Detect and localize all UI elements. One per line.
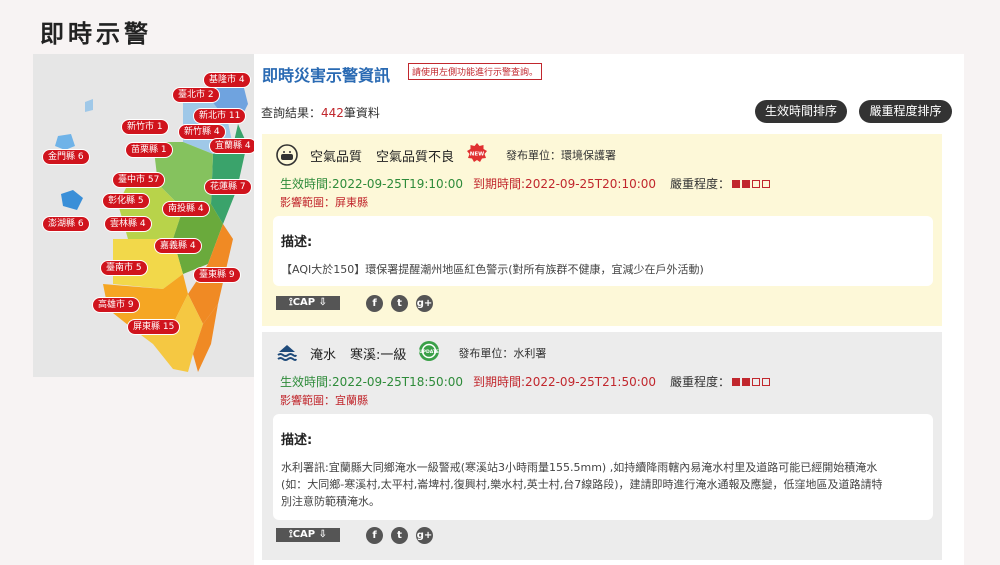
description-line: (如：大同鄉-寒溪村,太平村,崙埤村,復興村,樂水村,英士村,台7線路段)，建請… <box>281 478 883 491</box>
facebook-icon[interactable]: f <box>366 527 383 544</box>
svg-text:UPDATE: UPDATE <box>419 349 439 355</box>
county-yilan[interactable]: 宜蘭縣 4 <box>209 138 257 154</box>
cap-label: CAP <box>292 297 316 308</box>
county-taipei-city[interactable]: 臺北市 2 <box>172 87 220 103</box>
content-title: 即時災害示警資訊 <box>262 66 391 85</box>
county-keelung[interactable]: 基隆市 4 <box>203 72 251 88</box>
cap-download-button[interactable]: ⟟CAP ⇩ <box>276 296 340 310</box>
county-yunlin[interactable]: 雲林縣 4 <box>104 216 152 232</box>
alert-content: 即時災害示警資訊 請使用左側功能進行示警查詢。 查詢結果：442筆資料 生效時間… <box>254 54 964 565</box>
description-line: 水利署訊:宜蘭縣大同鄉淹水一級警戒(寒溪站3小時雨量155.5mm) ,如持續降… <box>281 461 878 474</box>
alert-header: 空氣品質 空氣品質不良 NEW 發布單位：環境保護署 <box>276 142 617 168</box>
county-penghu[interactable]: 澎湖縣 6 <box>42 216 90 232</box>
county-pingtung[interactable]: 屏東縣 15 <box>127 319 181 335</box>
alert-unit: 發布單位：環境保護署 <box>506 149 617 162</box>
result-suffix: 筆資料 <box>343 106 380 120</box>
alert-level: 寒溪:一級 <box>350 347 407 363</box>
description-title: 描述: <box>281 433 313 448</box>
alert-times: 生效時間:2022-09-25T18:50:00 到期時間:2022-09-25… <box>280 373 771 390</box>
twitter-icon[interactable]: t <box>391 527 408 544</box>
alert-unit: 發布單位：水利署 <box>458 347 547 360</box>
cap-label: CAP <box>292 529 316 540</box>
description-text: 【AQI大於150】環保署提醒潮州地區紅色警示(對所有族群不健康，宜減少在戶外活… <box>281 261 921 278</box>
description-title: 描述: <box>281 235 313 250</box>
county-hualien[interactable]: 花蓮縣 7 <box>204 179 252 195</box>
severity-label: 嚴重程度： <box>670 177 731 191</box>
alert-category: 空氣品質 <box>310 149 363 165</box>
facebook-icon[interactable]: f <box>366 295 383 312</box>
alert-header: 淹水 寒溪:一級 UPDATE 發布單位：水利署 <box>276 340 547 366</box>
google-plus-icon[interactable]: g+ <box>416 527 433 544</box>
alert-description: 描述: 【AQI大於150】環保署提醒潮州地區紅色警示(對所有族群不健康，宜減少… <box>273 216 933 286</box>
county-nantou[interactable]: 南投縣 4 <box>162 201 210 217</box>
flood-icon <box>276 342 298 364</box>
severity-indicator <box>730 375 771 389</box>
county-new-taipei[interactable]: 新北市 11 <box>193 108 247 124</box>
twitter-icon[interactable]: t <box>391 295 408 312</box>
result-label: 查詢結果： <box>261 106 322 120</box>
face-mask-icon <box>276 144 298 166</box>
affected-area: 影響範圍：屏東縣 <box>280 196 368 209</box>
alert-times: 生效時間:2022-09-25T19:10:00 到期時間:2022-09-25… <box>280 175 771 192</box>
google-plus-icon[interactable]: g+ <box>416 295 433 312</box>
county-kaohsiung[interactable]: 高雄市 9 <box>92 297 140 313</box>
new-badge-icon: NEW <box>466 142 488 168</box>
search-hint: 請使用左側功能進行示警查詢。 <box>408 63 543 80</box>
cap-download-button[interactable]: ⟟CAP ⇩ <box>276 528 340 542</box>
taiwan-map[interactable]: 基隆市 4 臺北市 2 新北市 11 新竹市 1 新竹縣 4 宜蘭縣 4 苗栗縣… <box>33 54 257 377</box>
county-changhua[interactable]: 彰化縣 5 <box>102 193 150 209</box>
county-tainan[interactable]: 臺南市 5 <box>100 260 148 276</box>
alert-card[interactable]: 空氣品質 空氣品質不良 NEW 發布單位：環境保護署 生效時間:2022-09-… <box>262 134 942 326</box>
sort-by-severity-button[interactable]: 嚴重程度排序 <box>859 100 952 123</box>
county-hsinchu-city[interactable]: 新竹市 1 <box>121 119 169 135</box>
alert-card[interactable]: 淹水 寒溪:一級 UPDATE 發布單位：水利署 生效時間:2022-09-25… <box>262 332 942 560</box>
county-chiayi[interactable]: 嘉義縣 4 <box>154 238 202 254</box>
description-text: 水利署訊:宜蘭縣大同鄉淹水一級警戒(寒溪站3小時雨量155.5mm) ,如持續降… <box>281 459 921 510</box>
county-miaoli[interactable]: 苗栗縣 1 <box>125 142 173 158</box>
county-kinmen[interactable]: 金門縣 6 <box>42 149 90 165</box>
result-count: 442 <box>321 106 344 120</box>
severity-indicator <box>730 177 771 191</box>
page-title: 即時示警 <box>40 20 152 48</box>
severity-label: 嚴重程度： <box>670 375 731 389</box>
expire-time: 到期時間:2022-09-25T21:50:00 <box>473 375 657 389</box>
affected-area: 影響範圍：宜蘭縣 <box>280 394 368 407</box>
svg-text:NEW: NEW <box>470 152 484 158</box>
expire-time: 到期時間:2022-09-25T20:10:00 <box>473 177 657 191</box>
sort-by-time-button[interactable]: 生效時間排序 <box>755 100 847 123</box>
alert-category: 淹水 <box>310 347 337 363</box>
effective-time: 生效時間:2022-09-25T18:50:00 <box>280 375 464 389</box>
effective-time: 生效時間:2022-09-25T19:10:00 <box>280 177 464 191</box>
update-badge-icon: UPDATE <box>418 340 440 366</box>
result-summary: 查詢結果：442筆資料 <box>261 104 380 121</box>
county-taitung[interactable]: 臺東縣 9 <box>193 267 241 283</box>
county-taichung[interactable]: 臺中市 57 <box>112 172 166 188</box>
alert-level: 空氣品質不良 <box>376 149 455 165</box>
description-line: 【AQI大於150】環保署提醒潮州地區紅色警示(對所有族群不健康，宜減少在戶外活… <box>281 263 704 276</box>
alert-description: 描述: 水利署訊:宜蘭縣大同鄉淹水一級警戒(寒溪站3小時雨量155.5mm) ,… <box>273 414 933 520</box>
description-line: 別注意防範積淹水。 <box>281 495 380 508</box>
